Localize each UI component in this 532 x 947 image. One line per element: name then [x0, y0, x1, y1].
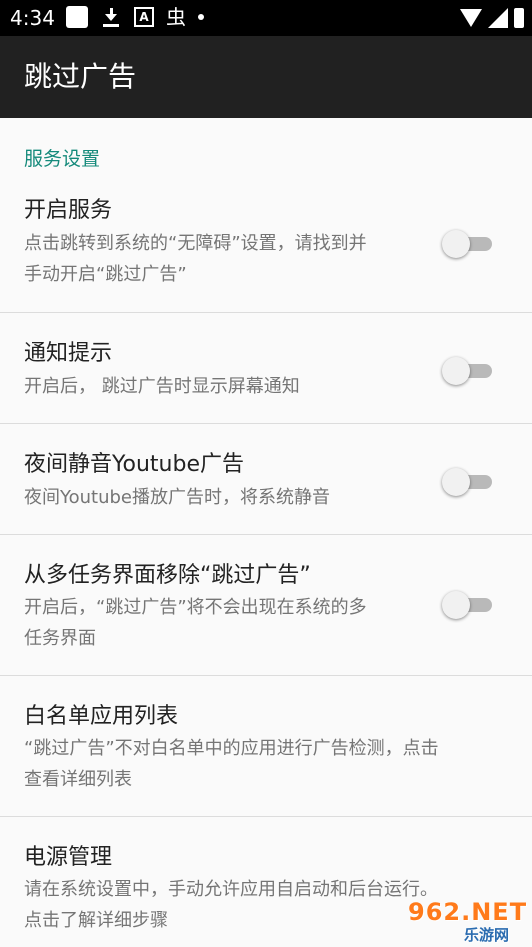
- setting-desc-line: 开启后，“跳过广告”将不会出现在系统的多: [24, 597, 367, 618]
- toggle-thumb: [442, 357, 470, 385]
- setting-desc-line: 查看详细列表: [24, 769, 132, 790]
- setting-desc-line: 手动开启“跳过广告”: [24, 264, 187, 285]
- setting-desc-line: 请在系统设置中，手动允许应用自启动和后台运行。: [24, 879, 438, 900]
- setting-notification[interactable]: 通知提示 开启后， 跳过广告时显示屏幕通知: [0, 313, 532, 423]
- status-bar: 4:34 A 虫: [0, 0, 532, 36]
- setting-desc-line: 夜间Youtube播放广告时，将系统静音: [24, 487, 330, 508]
- status-notification-icons: A 虫: [66, 6, 204, 28]
- toggle-thumb: [442, 230, 470, 258]
- setting-desc-line: 点击了解详细步骤: [24, 910, 168, 931]
- app-bar: 跳过广告: [0, 36, 532, 118]
- setting-title: 白名单应用列表: [24, 704, 179, 729]
- setting-desc-line: 点击跳转到系统的“无障碍”设置，请找到并: [24, 233, 367, 254]
- setting-night-mute-youtube[interactable]: 夜间静音Youtube广告 夜间Youtube播放广告时，将系统静音: [0, 424, 532, 534]
- watermark-subtext: 乐游网: [464, 926, 510, 944]
- setting-title: 夜间静音Youtube广告: [24, 452, 244, 477]
- setting-desc-line: 开启后， 跳过广告时显示屏幕通知: [24, 376, 300, 397]
- battery-icon: [514, 8, 524, 28]
- section-header: 服务设置: [24, 148, 101, 170]
- app-title: 跳过广告: [24, 60, 137, 93]
- status-system-icons: [460, 8, 524, 28]
- wifi-icon: [460, 9, 482, 27]
- dot-icon: [198, 14, 204, 20]
- night-mute-toggle[interactable]: [442, 466, 494, 496]
- download-icon: [100, 6, 122, 28]
- setting-enable-service[interactable]: 开启服务 点击跳转到系统的“无障碍”设置，请找到并 手动开启“跳过广告”: [0, 184, 532, 312]
- bug-icon: 虫: [166, 5, 186, 29]
- hide-from-recents-toggle[interactable]: [442, 589, 494, 619]
- setting-whitelist[interactable]: 白名单应用列表 “跳过广告”不对白名单中的应用进行广告检测，点击 查看详细列表: [0, 676, 532, 816]
- setting-desc-line: 任务界面: [24, 628, 96, 649]
- signal-icon: [488, 8, 508, 28]
- enable-service-toggle[interactable]: [442, 228, 494, 258]
- setting-title: 从多任务界面移除“跳过广告”: [24, 563, 311, 588]
- app-square-icon: [66, 6, 88, 28]
- toggle-thumb: [442, 468, 470, 496]
- setting-desc-line: “跳过广告”不对白名单中的应用进行广告检测，点击: [24, 738, 439, 759]
- notification-toggle[interactable]: [442, 355, 494, 385]
- watermark-text: 962.NET: [408, 898, 528, 926]
- setting-title: 电源管理: [24, 845, 113, 870]
- setting-title: 通知提示: [24, 341, 113, 366]
- toggle-thumb: [442, 591, 470, 619]
- status-time: 4:34: [10, 6, 55, 30]
- setting-title: 开启服务: [24, 198, 113, 223]
- watermark-logo: 962.NET 乐游网: [398, 896, 528, 944]
- setting-hide-from-recents[interactable]: 从多任务界面移除“跳过广告” 开启后，“跳过广告”将不会出现在系统的多 任务界面: [0, 535, 532, 675]
- a-box-icon: A: [134, 7, 154, 27]
